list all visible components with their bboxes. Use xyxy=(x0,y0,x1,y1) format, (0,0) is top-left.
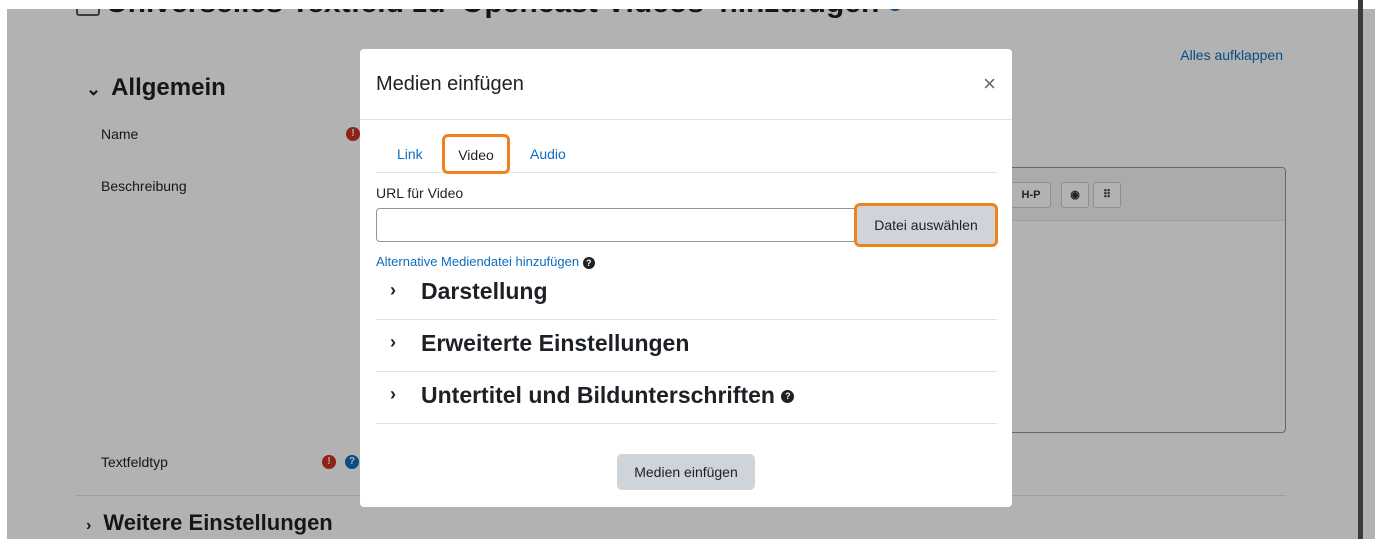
section-advanced-label: Erweiterte Einstellungen xyxy=(421,330,690,356)
insert-media-button[interactable]: Medien einfügen xyxy=(617,454,755,490)
section-advanced[interactable]: › Erweiterte Einstellungen xyxy=(376,319,997,372)
chevron-right-icon: › xyxy=(390,384,396,404)
dialog-header: Medien einfügen × xyxy=(360,49,1012,120)
section-display-label: Darstellung xyxy=(421,278,548,304)
scrollbar[interactable] xyxy=(1358,0,1363,539)
top-strip xyxy=(0,0,1375,9)
insert-media-dialog: Medien einfügen × Link Video Audio URL f… xyxy=(360,49,1012,507)
tab-video[interactable]: Video xyxy=(442,134,510,174)
media-tabs: Link Video Audio xyxy=(376,134,997,174)
chevron-right-icon: › xyxy=(390,280,396,300)
tab-video-label: Video xyxy=(458,147,494,163)
tab-audio[interactable]: Audio xyxy=(530,146,566,162)
choose-file-button[interactable]: Datei auswählen xyxy=(854,203,998,247)
section-display[interactable]: › Darstellung xyxy=(376,267,997,320)
help-icon[interactable]: ? xyxy=(781,390,795,404)
tab-link[interactable]: Link xyxy=(397,146,423,162)
section-subtitles[interactable]: › Untertitel und Bildunterschriften ? xyxy=(376,371,997,424)
close-icon[interactable]: × xyxy=(983,73,996,95)
section-subtitles-label: Untertitel und Bildunterschriften ? xyxy=(421,382,795,409)
dialog-title: Medien einfügen xyxy=(376,73,524,95)
left-strip xyxy=(0,0,7,539)
chevron-right-icon: › xyxy=(390,332,396,352)
url-label: URL für Video xyxy=(376,185,464,201)
url-input[interactable] xyxy=(376,208,871,242)
